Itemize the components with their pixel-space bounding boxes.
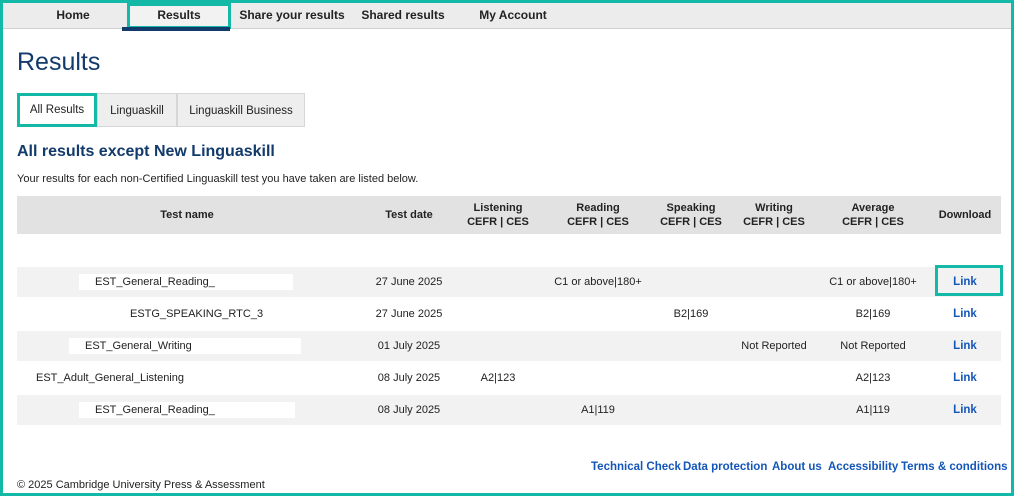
- average-score: A1|119: [856, 404, 890, 416]
- reading-score: A1|119: [581, 404, 615, 416]
- test-date: 01 July 2025: [377, 340, 441, 352]
- copyright-text: © 2025 Cambridge University Press & Asse…: [17, 479, 265, 491]
- average-score: Not Reported: [840, 340, 906, 352]
- footer-link-technical-check[interactable]: Technical Check: [591, 461, 681, 473]
- test-date: 27 June 2025: [375, 276, 443, 288]
- header-speaking: Speaking CEFR | CES: [660, 202, 722, 228]
- tab-all-results[interactable]: All Results: [17, 93, 97, 127]
- top-nav: Home Results Share your results Shared r…: [3, 3, 1011, 29]
- download-link[interactable]: Link: [935, 395, 995, 425]
- header-test-date: Test date: [385, 209, 433, 221]
- section-description: Your results for each non-Certified Ling…: [17, 173, 419, 185]
- test-date: 27 June 2025: [375, 308, 443, 320]
- average-score: A2|123: [855, 372, 891, 384]
- page-title: Results: [17, 48, 101, 76]
- nav-home[interactable]: Home: [43, 3, 103, 29]
- footer-link-about-us[interactable]: About us: [772, 461, 822, 473]
- table-row: EST_General_Reading_ 08 July 2025 A1|119…: [17, 395, 1001, 425]
- test-date: 08 July 2025: [377, 372, 441, 384]
- footer-link-data-protection[interactable]: Data protection: [683, 461, 767, 473]
- header-reading: Reading CEFR | CES: [567, 202, 629, 228]
- footer-link-terms[interactable]: Terms & conditions: [901, 461, 1008, 473]
- table-row: EST_General_Reading_ 27 June 2025 C1 or …: [17, 267, 1001, 297]
- download-link[interactable]: Link: [935, 299, 995, 329]
- test-date: 08 July 2025: [377, 404, 441, 416]
- active-nav-indicator: [122, 27, 230, 31]
- results-table-header: Test name Test date Listening CEFR | CES …: [17, 196, 1001, 234]
- table-row: ESTG_SPEAKING_RTC_3 27 June 2025 B2|169 …: [17, 299, 1001, 329]
- tab-linguaskill[interactable]: Linguaskill: [97, 93, 177, 127]
- header-test-name: Test name: [160, 209, 214, 221]
- table-row: EST_General_Writing 01 July 2025 Not Rep…: [17, 331, 1001, 361]
- test-name: EST_Adult_General_Listening: [36, 372, 184, 384]
- writing-score: Not Reported: [741, 340, 807, 352]
- average-score: B2|169: [855, 308, 891, 320]
- test-name: EST_General_Writing: [85, 340, 192, 352]
- nav-my-account[interactable]: My Account: [471, 3, 555, 29]
- header-average: Average CEFR | CES: [842, 202, 904, 228]
- nav-results[interactable]: Results: [127, 3, 231, 29]
- test-name: EST_General_Reading_: [95, 276, 215, 288]
- download-link[interactable]: Link: [935, 363, 995, 393]
- section-title: All results except New Linguaskill: [17, 143, 275, 160]
- test-name: EST_General_Reading_: [95, 404, 215, 416]
- nav-share-results[interactable]: Share your results: [239, 3, 345, 29]
- header-download: Download: [938, 209, 992, 221]
- test-name: ESTG_SPEAKING_RTC_3: [130, 308, 264, 320]
- speaking-score: B2|169: [673, 308, 709, 320]
- header-writing: Writing CEFR | CES: [743, 202, 805, 228]
- header-listening: Listening CEFR | CES: [467, 202, 529, 228]
- listening-score: A2|123: [480, 372, 516, 384]
- reading-score: C1 or above|180+: [554, 276, 642, 288]
- nav-shared-results[interactable]: Shared results: [355, 3, 451, 29]
- table-row: EST_Adult_General_Listening 08 July 2025…: [17, 363, 1001, 393]
- average-score: C1 or above|180+: [829, 276, 917, 288]
- footer-link-accessibility[interactable]: Accessibility: [828, 461, 898, 473]
- tab-linguaskill-business[interactable]: Linguaskill Business: [177, 93, 305, 127]
- download-link[interactable]: Link: [935, 331, 995, 361]
- download-link-highlight: [935, 265, 1003, 296]
